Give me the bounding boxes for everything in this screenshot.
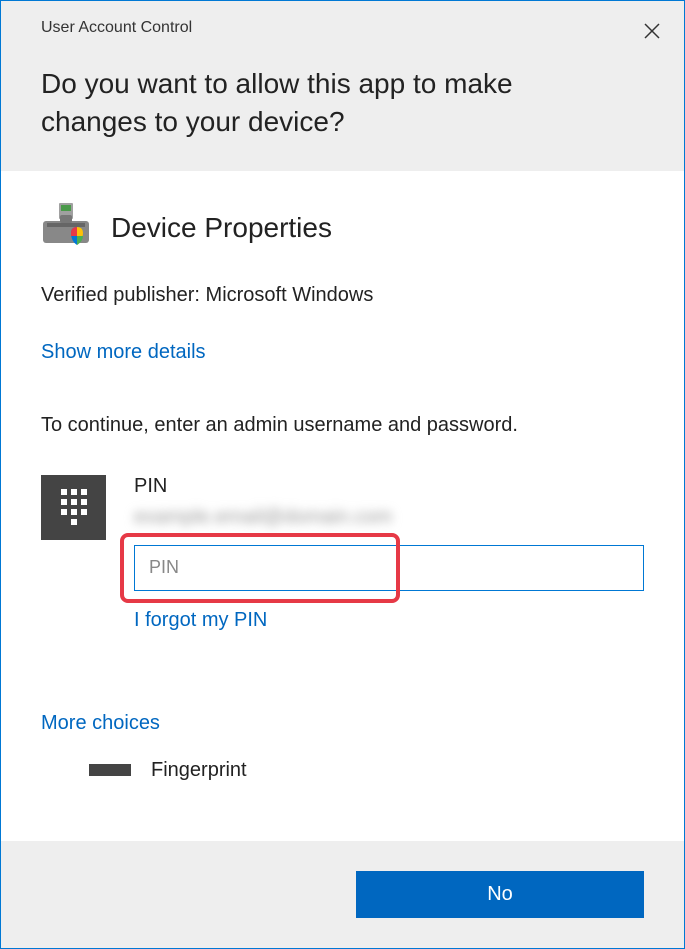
dialog-footer: No xyxy=(1,841,684,948)
close-button[interactable] xyxy=(638,17,666,45)
more-choices-link[interactable]: More choices xyxy=(41,712,160,735)
pin-pad-icon xyxy=(41,475,106,540)
fingerprint-icon xyxy=(89,764,131,776)
fingerprint-option[interactable]: Fingerprint xyxy=(89,759,644,782)
uac-dialog: User Account Control Do you want to allo… xyxy=(0,0,685,949)
pin-input-wrapper xyxy=(134,545,644,591)
app-row: Device Properties xyxy=(41,201,644,256)
auth-details: PIN example.email@domain.com I forgot my… xyxy=(134,475,644,632)
show-more-details-link[interactable]: Show more details xyxy=(41,341,206,364)
publisher-line: Verified publisher: Microsoft Windows xyxy=(41,284,644,307)
dialog-body: Device Properties Verified publisher: Mi… xyxy=(1,171,684,841)
continue-instruction: To continue, enter an admin username and… xyxy=(41,414,644,437)
dialog-header: User Account Control Do you want to allo… xyxy=(1,1,684,171)
main-question: Do you want to allow this app to make ch… xyxy=(41,65,664,141)
app-name: Device Properties xyxy=(111,212,332,244)
forgot-pin-link[interactable]: I forgot my PIN xyxy=(134,609,267,632)
pin-input[interactable] xyxy=(134,545,644,591)
pin-label: PIN xyxy=(134,475,644,498)
title-bar-text: User Account Control xyxy=(41,19,664,37)
auth-row: PIN example.email@domain.com I forgot my… xyxy=(41,475,644,632)
no-button[interactable]: No xyxy=(356,871,644,918)
close-icon xyxy=(644,23,660,39)
account-email-blurred: example.email@domain.com xyxy=(134,506,644,529)
app-icon xyxy=(41,201,91,256)
fingerprint-label: Fingerprint xyxy=(151,759,247,782)
